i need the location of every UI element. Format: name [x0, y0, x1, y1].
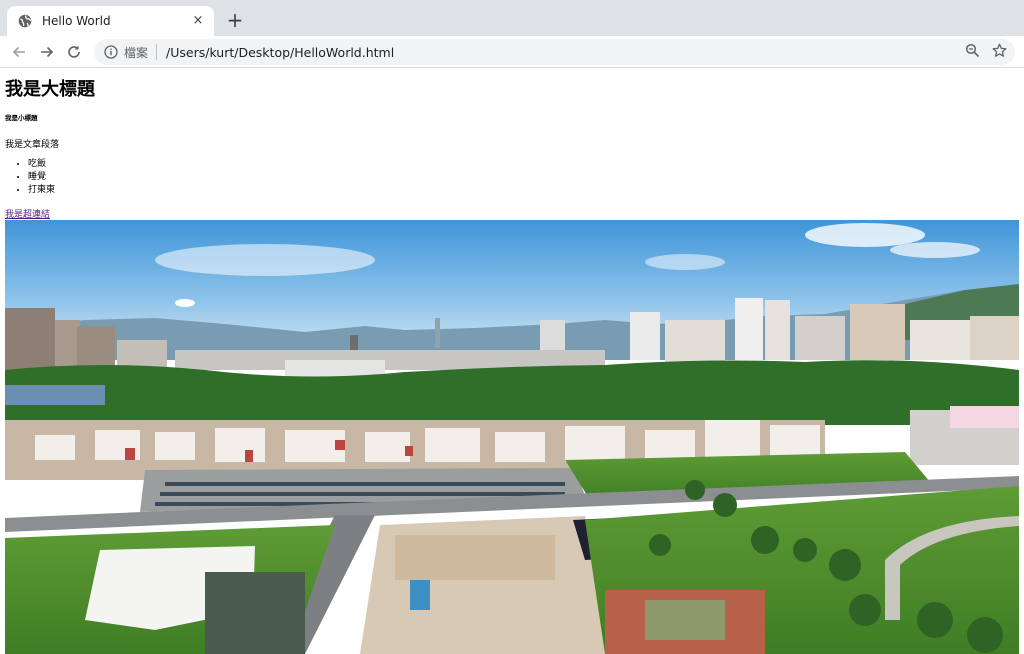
divider	[156, 44, 158, 60]
forward-icon[interactable]	[35, 40, 59, 64]
browser-tab[interactable]: Hello World ×	[7, 6, 214, 36]
omnibox-actions	[965, 39, 1007, 65]
hyperlink[interactable]: 我是超連結	[5, 207, 50, 220]
bookmark-star-icon[interactable]	[992, 43, 1007, 62]
reload-icon[interactable]	[62, 40, 86, 64]
address-bar[interactable]: 檔案 /Users/kurt/Desktop/HelloWorld.html	[94, 39, 1015, 65]
toolbar: 檔案 /Users/kurt/Desktop/HelloWorld.html	[0, 36, 1024, 68]
panorama-image	[5, 220, 1019, 654]
list-item: 吃飯	[28, 158, 55, 171]
scheme-label: 檔案	[124, 45, 149, 60]
bullet-list: 吃飯 睡覺 打東東	[28, 158, 55, 197]
back-icon[interactable]	[7, 40, 31, 64]
list-item: 打東東	[28, 184, 55, 197]
zoom-icon[interactable]	[965, 43, 980, 62]
info-icon[interactable]	[104, 45, 118, 59]
globe-icon	[18, 14, 32, 28]
page-heading-small: 我是小標題	[5, 114, 38, 122]
browser-chrome: Hello World × + 檔案 /Users/kurt/Desktop/H…	[0, 0, 1024, 68]
paragraph: 我是文章段落	[5, 140, 60, 150]
new-tab-button[interactable]: +	[224, 9, 246, 31]
list-item: 睡覺	[28, 171, 55, 184]
url-text[interactable]: /Users/kurt/Desktop/HelloWorld.html	[166, 45, 394, 60]
tab-title: Hello World	[42, 14, 111, 28]
page-heading-large: 我是大標題	[5, 79, 95, 100]
page-content: 我是大標題 我是小標題 我是文章段落 吃飯 睡覺 打東東 我是超連結	[0, 69, 1024, 654]
close-tab-icon[interactable]: ×	[190, 13, 206, 29]
